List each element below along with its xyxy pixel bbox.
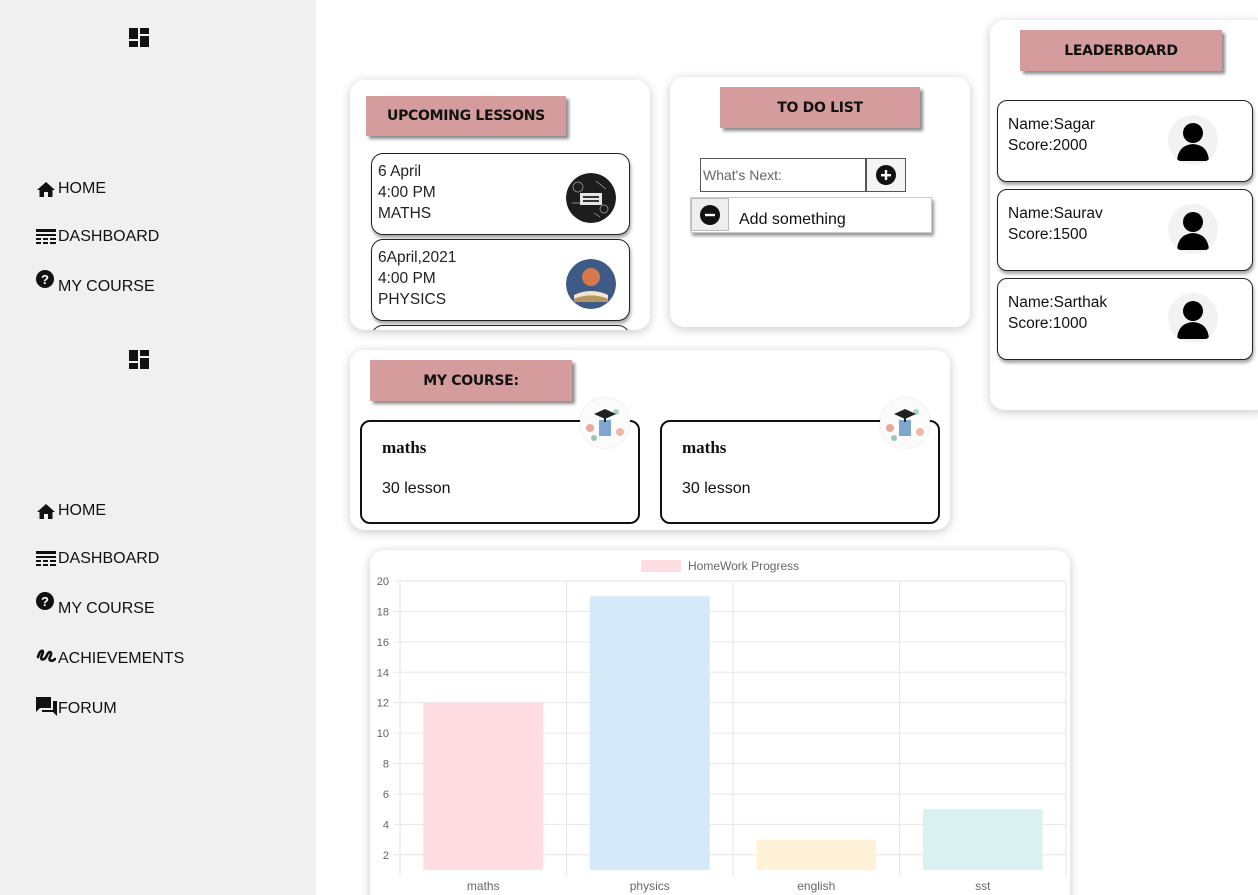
sidebar-item-label: HOME <box>58 502 106 519</box>
sidebar-item-label: FORUM <box>58 700 117 717</box>
sidebar-item-label: HOME <box>58 180 106 197</box>
physics-thumbnail-image <box>566 259 616 309</box>
leaderboard-card: LEADERBOARD Name:Sagar Score:2000 Name:S… <box>990 20 1258 410</box>
sidebar-item-dashboard[interactable]: DASHBOARD <box>36 548 159 568</box>
lesson-date: 6April,2021 <box>378 249 457 266</box>
sidebar-item-label: DASHBOARD <box>58 550 160 567</box>
help-icon: ? <box>36 592 58 618</box>
maths-thumbnail-image <box>566 173 616 223</box>
plus-circle-icon <box>876 165 896 185</box>
todo-card: TO DO LIST Add something <box>670 77 970 327</box>
bar-english <box>756 839 877 870</box>
leaderboard-title: LEADERBOARD <box>1020 30 1222 71</box>
dashboard-icon <box>36 226 58 246</box>
home-icon <box>36 500 58 520</box>
bar-maths <box>423 702 544 870</box>
y-tick-label: 14 <box>377 667 389 679</box>
leaderboard-name: Name:Saurav <box>1008 205 1103 222</box>
x-tick-label: sst <box>975 879 991 893</box>
x-tick-label: english <box>797 879 835 893</box>
user-avatar-icon <box>1168 115 1218 165</box>
y-tick-label: 20 <box>377 576 389 588</box>
help-icon: ? <box>36 270 58 296</box>
sidebar-item-my-course[interactable]: ? MY COURSE <box>36 592 155 618</box>
lesson-item[interactable]: 6 April 4:00 PM MATHS <box>371 153 630 235</box>
user-avatar-icon <box>1168 293 1218 343</box>
upcoming-lessons-card: UPCOMING LESSONS 6 April 4:00 PM MATHS 6… <box>350 80 650 330</box>
achievements-icon <box>36 648 58 668</box>
leaderboard-score: Score:1500 <box>1008 226 1088 243</box>
dashboard-logo-icon <box>129 350 149 370</box>
leaderboard-name: Name:Sagar <box>1008 116 1096 133</box>
course-lessons: 30 lesson <box>382 480 451 497</box>
course-badge-icon <box>880 398 930 448</box>
sidebar-item-home[interactable]: HOME <box>36 178 106 198</box>
y-tick-label: 16 <box>377 637 389 649</box>
y-tick-label: 18 <box>377 606 389 618</box>
sidebar-item-label: MY COURSE <box>58 278 155 295</box>
course-badge-icon <box>580 398 630 448</box>
lesson-time: 4:00 PM <box>378 270 436 287</box>
sidebar-item-label: MY COURSE <box>58 600 155 617</box>
course-card[interactable]: maths 30 lesson <box>660 398 940 524</box>
sidebar-item-forum[interactable]: FORUM <box>36 697 117 718</box>
dashboard-logo-icon <box>129 28 149 48</box>
y-tick-label: 12 <box>377 698 389 710</box>
course-card[interactable]: maths 30 lesson <box>360 398 640 524</box>
my-course-card: MY COURSE: maths 30 lesson maths 30 less… <box>350 350 950 530</box>
leaderboard-entry: Name:Sarthak Score:1000 <box>997 278 1253 360</box>
sidebar-item-home[interactable]: HOME <box>36 500 106 520</box>
lesson-subject: MATHS <box>378 205 432 222</box>
bar-sst <box>922 809 1043 870</box>
sidebar-item-my-course[interactable]: ? MY COURSE <box>36 270 155 296</box>
lesson-subject: PHYSICS <box>378 291 447 308</box>
legend-swatch <box>641 560 681 572</box>
minus-circle-icon <box>700 204 720 225</box>
lesson-time: 4:00 PM <box>378 184 436 201</box>
home-icon <box>36 178 58 198</box>
svg-text:?: ? <box>41 594 49 609</box>
leaderboard-name: Name:Sarthak <box>1008 294 1108 311</box>
homework-progress-chart: 2 4 6 8 10 12 14 16 18 20 maths physics english sst Ho… <box>370 550 1070 895</box>
sidebar: HOME DASHBOARD ? MY COURSE HOME DASHBOAR… <box>0 0 316 895</box>
dashboard-icon <box>36 548 58 568</box>
leaderboard-entry: Name:Saurav Score:1500 <box>997 189 1253 271</box>
lesson-date: 6 April <box>378 163 422 180</box>
bar-physics <box>589 596 710 870</box>
user-avatar-icon <box>1168 204 1218 254</box>
todo-add-button[interactable] <box>866 158 906 192</box>
todo-title: TO DO LIST <box>720 87 920 128</box>
x-tick-label: physics <box>630 879 670 893</box>
sidebar-item-achievements[interactable]: ACHIEVEMENTS <box>36 648 184 668</box>
bar-chart: 2 4 6 8 10 12 14 16 18 20 maths physics english sst Ho… <box>377 559 1067 893</box>
upcoming-lessons-title: UPCOMING LESSONS <box>366 96 566 136</box>
course-lessons: 30 lesson <box>682 480 751 497</box>
y-tick-label: 4 <box>383 819 389 831</box>
svg-text:?: ? <box>41 272 49 287</box>
todo-item: Add something <box>690 197 932 233</box>
my-course-title: MY COURSE: <box>370 360 572 401</box>
legend-label: HomeWork Progress <box>688 559 799 573</box>
lesson-item[interactable] <box>371 325 630 330</box>
sidebar-item-dashboard[interactable]: DASHBOARD <box>36 226 159 246</box>
y-tick-label: 2 <box>383 850 389 862</box>
y-tick-label: 8 <box>383 759 389 771</box>
lesson-item[interactable]: 6April,2021 4:00 PM PHYSICS <box>371 239 630 321</box>
y-tick-label: 10 <box>377 728 389 740</box>
y-tick-label: 6 <box>383 789 389 801</box>
sidebar-item-label: DASHBOARD <box>58 228 160 245</box>
todo-input[interactable] <box>700 158 866 192</box>
todo-item-label: Add something <box>739 211 846 228</box>
course-name: maths <box>382 438 427 457</box>
course-name: maths <box>682 438 727 457</box>
forum-icon <box>36 697 58 718</box>
leaderboard-entry: Name:Sagar Score:2000 <box>997 100 1253 182</box>
leaderboard-score: Score:1000 <box>1008 315 1088 332</box>
leaderboard-score: Score:2000 <box>1008 137 1088 154</box>
todo-remove-button[interactable] <box>691 198 729 231</box>
sidebar-item-label: ACHIEVEMENTS <box>58 650 185 667</box>
x-tick-label: maths <box>467 879 500 893</box>
